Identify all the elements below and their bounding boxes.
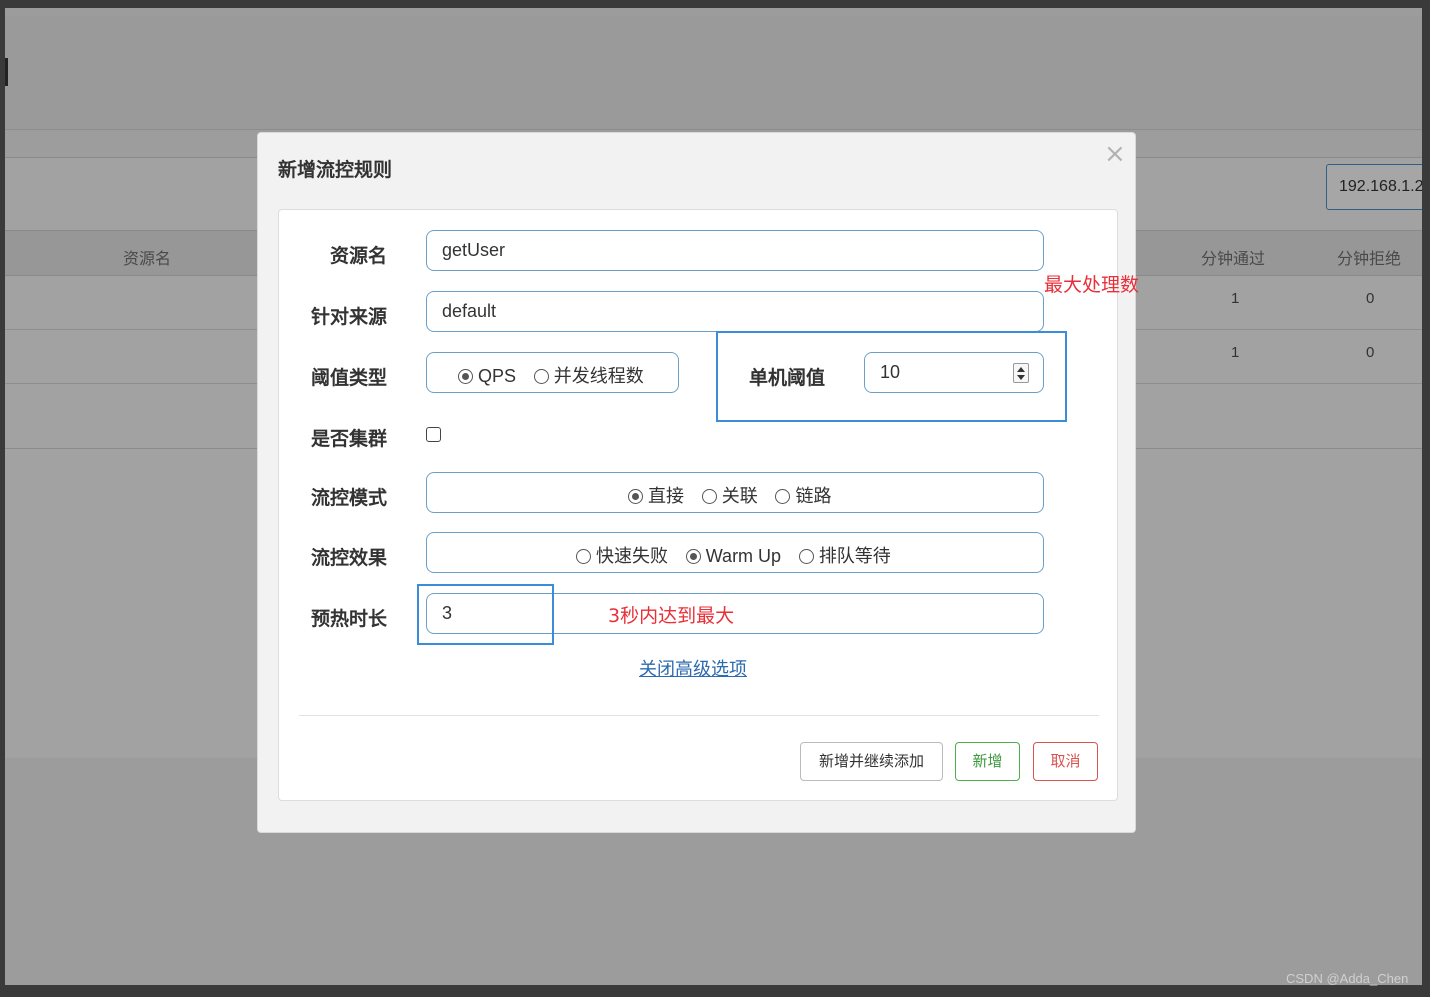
radio-warm-up-icon xyxy=(685,549,701,564)
annotation-max-processing: 最大处理数 xyxy=(1044,274,1140,296)
radio-queue-icon xyxy=(798,549,814,564)
control-mode-label: 流控模式 xyxy=(310,487,387,509)
origin-input[interactable]: default xyxy=(426,291,1044,332)
form-card: 资源名 getUser 针对来源 default 阈值类型 QPS 并发线程数 … xyxy=(278,209,1118,801)
threshold-type-group: QPS 并发线程数 xyxy=(426,352,679,393)
footer-divider xyxy=(299,715,1099,716)
threshold-type-label: 阈值类型 xyxy=(310,367,387,389)
control-effect-group: 快速失败 Warm Up 排队等待 xyxy=(426,532,1044,573)
radio-fast-fail[interactable]: 快速失败 xyxy=(576,546,668,567)
radio-qps-icon xyxy=(458,369,473,384)
warmup-label: 预热时长 xyxy=(310,608,387,630)
ip-input[interactable]: 192.168.1.2 xyxy=(1326,164,1422,210)
add-flow-rule-modal: 新增流控规则 × 资源名 getUser 针对来源 default 阈值类型 Q… xyxy=(257,132,1136,833)
radio-warm-up[interactable]: Warm Up xyxy=(685,546,781,567)
resource-input[interactable]: getUser xyxy=(426,230,1044,271)
resource-label: 资源名 xyxy=(329,245,387,267)
cell-pass: 1 xyxy=(1231,344,1240,361)
close-advanced-link[interactable]: 关闭高级选项 xyxy=(639,655,747,681)
radio-direct-icon xyxy=(628,489,643,504)
modal-title: 新增流控规则 xyxy=(278,159,393,181)
radio-queue[interactable]: 排队等待 xyxy=(798,546,891,567)
cell-pass: 1 xyxy=(1231,290,1240,307)
add-button[interactable]: 新增 xyxy=(955,742,1020,781)
radio-threads-icon xyxy=(533,369,549,384)
cell-reject: 0 xyxy=(1366,344,1375,361)
background-marker xyxy=(5,58,8,86)
radio-threads[interactable]: 并发线程数 xyxy=(533,366,644,387)
watermark: CSDN @Adda_Chen xyxy=(1286,971,1409,986)
cell-reject: 0 xyxy=(1366,290,1375,307)
radio-qps[interactable]: QPS xyxy=(458,366,516,387)
radio-fast-fail-icon xyxy=(576,549,591,564)
resource-value: getUser xyxy=(442,240,506,260)
radio-chain[interactable]: 链路 xyxy=(775,486,831,507)
origin-value: default xyxy=(442,301,497,321)
background-header xyxy=(5,16,1422,130)
annotation-warmup-box xyxy=(417,584,554,645)
cancel-button[interactable]: 取消 xyxy=(1033,742,1098,781)
control-mode-group: 直接 关联 链路 xyxy=(426,472,1044,513)
radio-chain-icon xyxy=(775,489,791,504)
cluster-checkbox[interactable] xyxy=(426,427,441,442)
radio-relate[interactable]: 关联 xyxy=(701,486,758,507)
radio-direct[interactable]: 直接 xyxy=(628,486,684,507)
annotation-threshold-box xyxy=(716,331,1067,422)
radio-relate-icon xyxy=(701,489,717,504)
control-effect-label: 流控效果 xyxy=(310,547,387,569)
origin-label: 针对来源 xyxy=(310,306,387,328)
header-minute-pass: 分钟通过 xyxy=(1201,249,1266,268)
cluster-label: 是否集群 xyxy=(310,428,387,450)
close-icon[interactable]: × xyxy=(1104,139,1126,169)
header-resource-name: 资源名 xyxy=(123,249,172,268)
annotation-warmup-note: 3秒内达到最大 xyxy=(608,605,735,627)
add-and-continue-button[interactable]: 新增并继续添加 xyxy=(800,742,943,781)
header-minute-reject: 分钟拒绝 xyxy=(1337,249,1402,268)
